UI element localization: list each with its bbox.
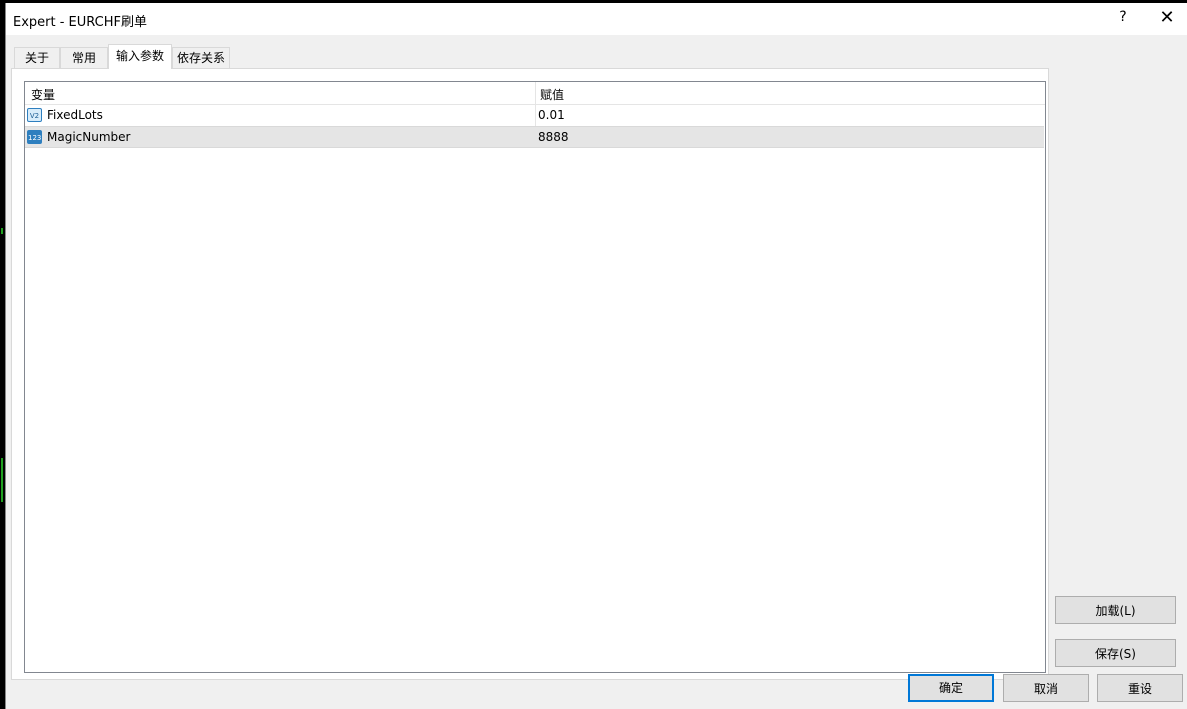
- title-bar: Expert - EURCHF刷单 ? ✕: [6, 3, 1187, 35]
- ok-button[interactable]: 确定: [908, 674, 994, 702]
- parameter-value[interactable]: 8888: [538, 130, 569, 144]
- chart-line-fragment: [1, 458, 3, 502]
- chart-line-fragment: [1, 228, 3, 234]
- table-row[interactable]: V2 FixedLots 0.01: [25, 105, 1044, 126]
- tab-common[interactable]: 常用: [60, 47, 108, 68]
- cell-divider: [535, 127, 536, 147]
- cell-divider: [535, 105, 536, 126]
- parameter-value[interactable]: 0.01: [538, 108, 565, 122]
- decimal-value-icon: V2: [27, 108, 42, 122]
- tab-about[interactable]: 关于: [14, 47, 60, 68]
- expert-dialog: Expert - EURCHF刷单 ? ✕ 关于 常用 输入参数 依存关系 变量…: [5, 3, 1187, 709]
- integer-value-icon: 123: [27, 130, 42, 144]
- close-icon[interactable]: ✕: [1158, 7, 1176, 29]
- column-header-value[interactable]: 赋值: [540, 86, 564, 103]
- tab-dependencies[interactable]: 依存关系: [172, 47, 230, 68]
- column-divider[interactable]: [535, 82, 536, 104]
- column-header-variable[interactable]: 变量: [31, 86, 55, 103]
- load-button[interactable]: 加载(L): [1055, 596, 1176, 624]
- save-button[interactable]: 保存(S): [1055, 639, 1176, 667]
- parameters-table: 变量 赋值 V2 FixedLots 0.01 123 MagicNumber …: [24, 81, 1046, 673]
- table-row[interactable]: 123 MagicNumber 8888: [25, 126, 1044, 148]
- parameter-name: FixedLots: [47, 108, 103, 122]
- help-icon[interactable]: ?: [1116, 9, 1130, 25]
- cancel-button[interactable]: 取消: [1003, 674, 1089, 702]
- inputs-panel: 变量 赋值 V2 FixedLots 0.01 123 MagicNumber …: [11, 68, 1049, 680]
- window-title: Expert - EURCHF刷单: [13, 15, 147, 30]
- reset-button[interactable]: 重设: [1097, 674, 1183, 702]
- tab-inputs[interactable]: 输入参数: [108, 44, 172, 69]
- table-header: 变量 赋值: [25, 82, 1045, 105]
- parameter-name: MagicNumber: [47, 130, 131, 144]
